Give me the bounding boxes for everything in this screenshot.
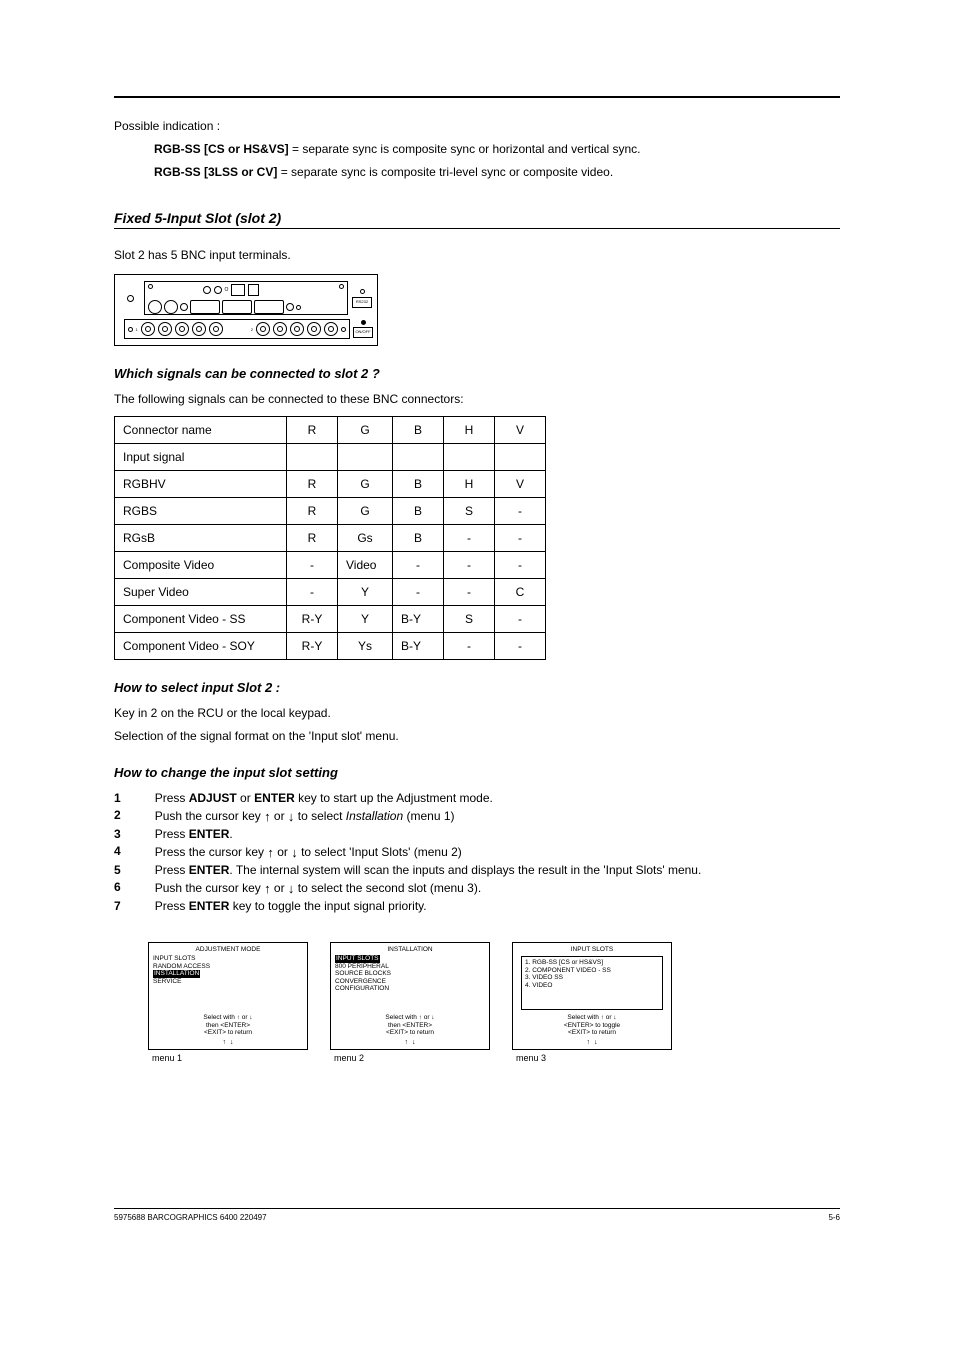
arrow-down-icon: ↓ (412, 1039, 416, 1046)
step-text: Press the cursor key ↑ or ↓ to select 'I… (155, 843, 702, 862)
step-text: Press ENTER. (155, 826, 702, 843)
step-text: Push the cursor key ↑ or ↓ to select the… (155, 879, 702, 898)
signals-table: Connector name R G B H V Input signal RG… (114, 416, 546, 660)
arrow-up-icon: ↑ (264, 809, 271, 824)
indication-1-text: = separate sync is composite sync or hor… (289, 142, 641, 156)
table-row: RGBHV R G B H V (115, 470, 546, 497)
arrow-up-icon: ↑ (267, 845, 274, 860)
table-row: Super Video - Y - - C (115, 578, 546, 605)
indication-1-key: RGB-SS [CS or HS&VS] (154, 142, 289, 156)
table-row: Component Video - SS R-Y Y B-Y S - (115, 605, 546, 632)
indication-line-1: RGB-SS [CS or HS&VS] = separate sync is … (114, 141, 840, 158)
arrow-up-icon: ↑ (264, 881, 271, 896)
step-text: Push the cursor key ↑ or ↓ to select Ins… (155, 807, 702, 826)
section3-para1: Key in 2 on the RCU or the local keypad. (114, 705, 840, 722)
section2-intro: The following signals can be connected t… (114, 391, 840, 408)
arrow-up-icon: ↑ (587, 1039, 591, 1046)
table-row: Component Video - SOY R-Y Ys B-Y - - (115, 632, 546, 659)
step-text: Press ENTER. The internal system will sc… (155, 862, 702, 879)
menu-3: INPUT SLOTS 1. RGB-SS [CS or HS&VS] 2. C… (512, 942, 672, 1063)
section-how-select-title: How to select input Slot 2 : (114, 680, 840, 695)
step-text: Press ADJUST or ENTER key to start up th… (155, 790, 702, 807)
arrow-down-icon: ↓ (288, 881, 295, 896)
indication-2-text: = separate sync is composite tri-level s… (277, 165, 613, 179)
table-row: RGsB R Gs B - - (115, 524, 546, 551)
table-header-cell: Connector name (115, 416, 287, 443)
indication-2-key: RGB-SS [3LSS or CV] (154, 165, 277, 179)
arrow-down-icon: ↓ (594, 1039, 598, 1046)
table-header-cell: V (495, 416, 546, 443)
table-row: Composite Video - Video - - - (115, 551, 546, 578)
section1-para: Slot 2 has 5 BNC input terminals. (114, 247, 840, 264)
table-header-cell: G (338, 416, 393, 443)
arrow-up-icon: ↑ (223, 1039, 227, 1046)
menu-1: ADJUSTMENT MODE INPUT SLOTS RANDOM ACCES… (148, 942, 308, 1063)
badge-rs232: RS232 (352, 297, 372, 308)
section-how-change-title: How to change the input slot setting (114, 765, 840, 780)
table-header-cell: H (444, 416, 495, 443)
arrow-down-icon: ↓ (230, 1039, 234, 1046)
menu-2: INSTALLATION INPUT SLOTS 800 PERIPHERAL … (330, 942, 490, 1063)
arrow-down-icon: ↓ (288, 809, 295, 824)
indication-line-2: RGB-SS [3LSS or CV] = separate sync is c… (114, 164, 840, 181)
section-fixed-5-input-title: Fixed 5-Input Slot (slot 2) (114, 210, 840, 229)
arrow-down-icon: ↓ (291, 845, 298, 860)
section-which-signals-title: Which signals can be connected to slot 2… (114, 366, 840, 381)
table-header-cell: R (287, 416, 338, 443)
arrow-up-icon: ↑ (405, 1039, 409, 1046)
steps-list: 1 Press ADJUST or ENTER key to start up … (114, 790, 701, 916)
table-row: Input signal (115, 443, 546, 470)
footer-right: 5-6 (828, 1213, 840, 1222)
step-text: Press ENTER key to toggle the input sign… (155, 898, 702, 915)
possible-indication-label: Possible indication : (114, 118, 840, 135)
footer-left: 5975688 BARCOGRAPHICS 6400 220497 (114, 1213, 267, 1222)
device-diagram: O (114, 274, 840, 346)
badge-on-off: ON/OFF (353, 327, 373, 338)
table-header-cell: B (393, 416, 444, 443)
section3-para2: Selection of the signal format on the 'I… (114, 728, 840, 745)
table-row: RGBS R G B S - (115, 497, 546, 524)
table-row: Connector name R G B H V (115, 416, 546, 443)
